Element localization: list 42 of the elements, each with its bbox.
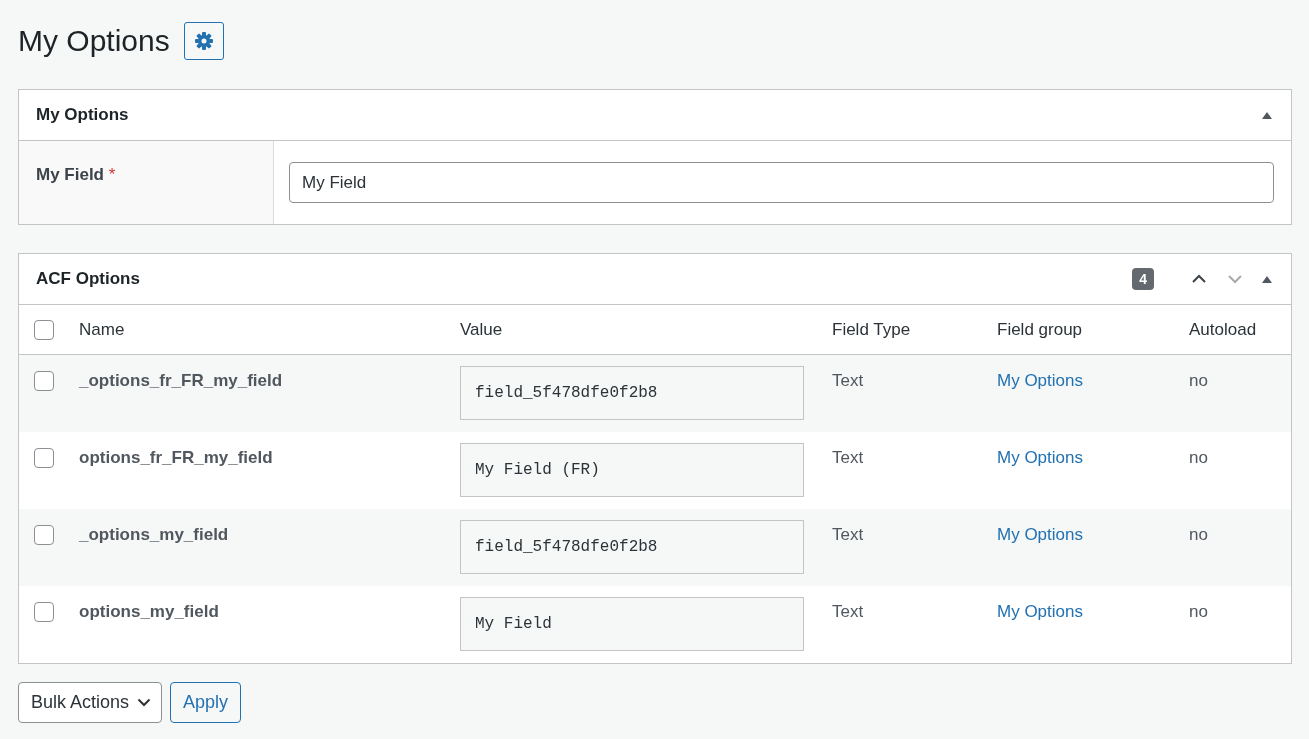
autoload-value: no bbox=[1189, 602, 1208, 621]
field-group-link[interactable]: My Options bbox=[997, 602, 1083, 621]
value-field[interactable]: My Field (FR) bbox=[460, 443, 804, 497]
value-field[interactable]: My Field bbox=[460, 597, 804, 651]
option-name: _options_fr_FR_my_field bbox=[79, 371, 283, 390]
bulk-actions-select[interactable]: Bulk Actions bbox=[18, 682, 163, 723]
column-header: Name bbox=[79, 319, 125, 340]
autoload-value: no bbox=[1189, 371, 1208, 390]
chevron-down-icon bbox=[137, 698, 152, 707]
required-marker: * bbox=[108, 165, 116, 184]
field-type: Text bbox=[832, 525, 864, 544]
checkbox[interactable] bbox=[34, 525, 54, 545]
settings-icon bbox=[193, 31, 214, 51]
text-input[interactable]: My Field bbox=[289, 162, 1274, 203]
option-name: options_my_field bbox=[79, 602, 219, 621]
apply-button[interactable]: Apply bbox=[170, 682, 242, 723]
field-group-link[interactable]: My Options bbox=[997, 448, 1083, 467]
panel-title: My Options bbox=[36, 105, 130, 125]
panel-title: ACF Options bbox=[36, 269, 141, 289]
count-badge: 4 bbox=[1132, 268, 1154, 290]
checkbox[interactable] bbox=[34, 602, 54, 622]
field-label: My Field * bbox=[19, 141, 274, 224]
field-type: Text bbox=[832, 602, 864, 621]
checkbox[interactable] bbox=[34, 448, 54, 468]
autoload-value: no bbox=[1189, 448, 1208, 467]
column-header: Value bbox=[460, 319, 503, 340]
option-name: _options_my_field bbox=[79, 525, 229, 544]
field-type: Text bbox=[832, 448, 864, 467]
value-field[interactable]: field_5f478dfe0f2b8 bbox=[460, 520, 804, 574]
settings-button[interactable] bbox=[183, 22, 224, 60]
column-header: Field Type bbox=[832, 319, 911, 340]
field-group-link[interactable]: My Options bbox=[997, 371, 1083, 390]
column-header: Field group bbox=[997, 319, 1083, 340]
field-group-link[interactable]: My Options bbox=[997, 525, 1083, 544]
page-title: My Options bbox=[18, 24, 170, 58]
checkbox[interactable] bbox=[34, 319, 54, 340]
option-name: options_fr_FR_my_field bbox=[79, 448, 273, 467]
checkbox[interactable] bbox=[34, 371, 54, 391]
value-field[interactable]: field_5f478dfe0f2b8 bbox=[460, 366, 804, 420]
field-type: Text bbox=[832, 371, 864, 390]
column-header: Autoload bbox=[1189, 319, 1257, 340]
autoload-value: no bbox=[1189, 525, 1208, 544]
